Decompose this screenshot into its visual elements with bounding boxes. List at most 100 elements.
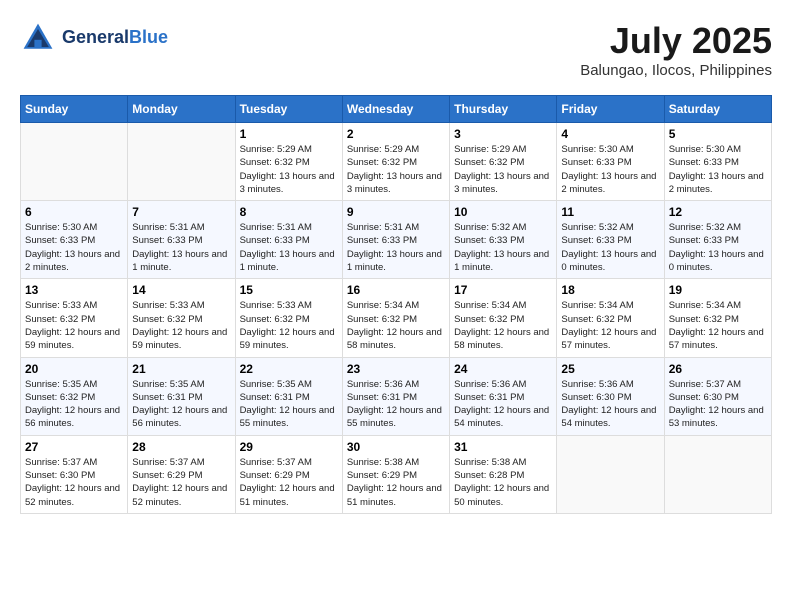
- header: GeneralBlue July 2025 Balungao, Ilocos, …: [20, 20, 772, 79]
- weekday-header-tuesday: Tuesday: [235, 96, 342, 123]
- calendar-cell: 3Sunrise: 5:29 AMSunset: 6:32 PMDaylight…: [450, 123, 557, 201]
- calendar-title: July 2025: [580, 20, 772, 62]
- day-number: 4: [561, 127, 659, 141]
- day-number: 20: [25, 362, 123, 376]
- day-number: 15: [240, 283, 338, 297]
- day-info: Sunrise: 5:30 AMSunset: 6:33 PMDaylight:…: [561, 143, 659, 196]
- calendar-cell: 6 Sunrise: 5:30 AMSunset: 6:33 PMDaylight…: [21, 201, 128, 279]
- day-info: Sunrise: 5:32 AMSunset: 6:33 PMDaylight:…: [454, 221, 552, 274]
- day-number: 26: [669, 362, 767, 376]
- calendar-cell: 2Sunrise: 5:29 AMSunset: 6:32 PMDaylight…: [342, 123, 449, 201]
- weekday-row: SundayMondayTuesdayWednesdayThursdayFrid…: [21, 96, 772, 123]
- calendar-cell: 15 Sunrise: 5:33 AMSunset: 6:32 PMDayligh…: [235, 279, 342, 357]
- calendar-cell: 29Sunrise: 5:37 AMSunset: 6:29 PMDayligh…: [235, 435, 342, 513]
- day-info: Sunrise: 5:34 AMSunset: 6:32 PMDaylight:…: [347, 299, 445, 352]
- day-info: Sunrise: 5:32 AMSunset: 6:33 PMDaylight:…: [561, 221, 659, 274]
- day-number: 17: [454, 283, 552, 297]
- day-info: Sunrise: 5:35 AMSunset: 6:31 PMDaylight:…: [132, 378, 230, 431]
- day-info: Sunrise: 5:34 AMSunset: 6:32 PMDaylight:…: [669, 299, 767, 352]
- calendar-header: SundayMondayTuesdayWednesdayThursdayFrid…: [21, 96, 772, 123]
- calendar-cell: 10 Sunrise: 5:32 AMSunset: 6:33 PMDayligh…: [450, 201, 557, 279]
- day-number: 11: [561, 205, 659, 219]
- day-info: Sunrise: 5:35 AMSunset: 6:31 PMDaylight:…: [240, 378, 338, 431]
- calendar-cell: 17 Sunrise: 5:34 AMSunset: 6:32 PMDayligh…: [450, 279, 557, 357]
- calendar-cell: 9 Sunrise: 5:31 AMSunset: 6:33 PMDaylight…: [342, 201, 449, 279]
- calendar-cell: 12Sunrise: 5:32 AMSunset: 6:33 PMDayligh…: [664, 201, 771, 279]
- logo-icon: [20, 20, 56, 56]
- day-info: Sunrise: 5:29 AMSunset: 6:32 PMDaylight:…: [240, 143, 338, 196]
- day-info: Sunrise: 5:36 AMSunset: 6:31 PMDaylight:…: [347, 378, 445, 431]
- day-number: 7: [132, 205, 230, 219]
- calendar-cell: [21, 123, 128, 201]
- calendar-week-row: 20 Sunrise: 5:35 AMSunset: 6:32 PMDayligh…: [21, 357, 772, 435]
- day-number: 12: [669, 205, 767, 219]
- calendar-week-row: 27Sunrise: 5:37 AMSunset: 6:30 PMDayligh…: [21, 435, 772, 513]
- day-info: Sunrise: 5:37 AMSunset: 6:29 PMDaylight:…: [132, 456, 230, 509]
- calendar-cell: 14Sunrise: 5:33 AMSunset: 6:32 PMDayligh…: [128, 279, 235, 357]
- calendar-cell: 7 Sunrise: 5:31 AMSunset: 6:33 PMDaylight…: [128, 201, 235, 279]
- calendar-cell: 20 Sunrise: 5:35 AMSunset: 6:32 PMDayligh…: [21, 357, 128, 435]
- calendar-table: SundayMondayTuesdayWednesdayThursdayFrid…: [20, 95, 772, 514]
- day-info: Sunrise: 5:31 AMSunset: 6:33 PMDaylight:…: [132, 221, 230, 274]
- day-number: 8: [240, 205, 338, 219]
- day-info: Sunrise: 5:34 AMSunset: 6:32 PMDaylight:…: [454, 299, 552, 352]
- calendar-cell: 8Sunrise: 5:31 AMSunset: 6:33 PMDaylight…: [235, 201, 342, 279]
- calendar-week-row: 13Sunrise: 5:33 AMSunset: 6:32 PMDayligh…: [21, 279, 772, 357]
- day-number: 9: [347, 205, 445, 219]
- logo: GeneralBlue: [20, 20, 168, 56]
- calendar-cell: 18Sunrise: 5:34 AMSunset: 6:32 PMDayligh…: [557, 279, 664, 357]
- day-info: Sunrise: 5:30 AMSunset: 6:33 PMDaylight:…: [669, 143, 767, 196]
- day-number: 24: [454, 362, 552, 376]
- day-info: Sunrise: 5:38 AMSunset: 6:28 PMDaylight:…: [454, 456, 552, 509]
- day-info: Sunrise: 5:38 AMSunset: 6:29 PMDaylight:…: [347, 456, 445, 509]
- title-area: July 2025 Balungao, Ilocos, Philippines: [580, 20, 772, 79]
- calendar-cell: 24 Sunrise: 5:36 AMSunset: 6:31 PMDayligh…: [450, 357, 557, 435]
- calendar-cell: 5 Sunrise: 5:30 AMSunset: 6:33 PMDaylight…: [664, 123, 771, 201]
- calendar-cell: 30 Sunrise: 5:38 AMSunset: 6:29 PMDayligh…: [342, 435, 449, 513]
- calendar-cell: 23 Sunrise: 5:36 AMSunset: 6:31 PMDayligh…: [342, 357, 449, 435]
- calendar-cell: 27Sunrise: 5:37 AMSunset: 6:30 PMDayligh…: [21, 435, 128, 513]
- calendar-cell: 16 Sunrise: 5:34 AMSunset: 6:32 PMDayligh…: [342, 279, 449, 357]
- calendar-cell: 13Sunrise: 5:33 AMSunset: 6:32 PMDayligh…: [21, 279, 128, 357]
- calendar-cell: 31 Sunrise: 5:38 AMSunset: 6:28 PMDayligh…: [450, 435, 557, 513]
- day-number: 10: [454, 205, 552, 219]
- day-info: Sunrise: 5:33 AMSunset: 6:32 PMDaylight:…: [25, 299, 123, 352]
- day-number: 30: [347, 440, 445, 454]
- weekday-header-friday: Friday: [557, 96, 664, 123]
- day-info: Sunrise: 5:36 AMSunset: 6:31 PMDaylight:…: [454, 378, 552, 431]
- day-info: Sunrise: 5:36 AMSunset: 6:30 PMDaylight:…: [561, 378, 659, 431]
- day-info: Sunrise: 5:29 AMSunset: 6:32 PMDaylight:…: [454, 143, 552, 196]
- day-number: 5: [669, 127, 767, 141]
- weekday-header-sunday: Sunday: [21, 96, 128, 123]
- calendar-subtitle: Balungao, Ilocos, Philippines: [580, 62, 772, 79]
- day-number: 6: [25, 205, 123, 219]
- calendar-cell: [664, 435, 771, 513]
- calendar-cell: 22 Sunrise: 5:35 AMSunset: 6:31 PMDayligh…: [235, 357, 342, 435]
- calendar-cell: 11 Sunrise: 5:32 AMSunset: 6:33 PMDayligh…: [557, 201, 664, 279]
- day-number: 23: [347, 362, 445, 376]
- day-info: Sunrise: 5:30 AMSunset: 6:33 PMDaylight:…: [25, 221, 123, 274]
- day-number: 19: [669, 283, 767, 297]
- calendar-cell: [128, 123, 235, 201]
- day-info: Sunrise: 5:35 AMSunset: 6:32 PMDaylight:…: [25, 378, 123, 431]
- day-info: Sunrise: 5:37 AMSunset: 6:29 PMDaylight:…: [240, 456, 338, 509]
- calendar-cell: 26 Sunrise: 5:37 AMSunset: 6:30 PMDayligh…: [664, 357, 771, 435]
- weekday-header-thursday: Thursday: [450, 96, 557, 123]
- day-number: 22: [240, 362, 338, 376]
- day-number: 16: [347, 283, 445, 297]
- weekday-header-wednesday: Wednesday: [342, 96, 449, 123]
- calendar-cell: 25 Sunrise: 5:36 AMSunset: 6:30 PMDayligh…: [557, 357, 664, 435]
- day-number: 2: [347, 127, 445, 141]
- calendar-week-row: 6 Sunrise: 5:30 AMSunset: 6:33 PMDaylight…: [21, 201, 772, 279]
- day-number: 31: [454, 440, 552, 454]
- calendar-cell: 21 Sunrise: 5:35 AMSunset: 6:31 PMDayligh…: [128, 357, 235, 435]
- day-number: 14: [132, 283, 230, 297]
- day-number: 18: [561, 283, 659, 297]
- day-info: Sunrise: 5:31 AMSunset: 6:33 PMDaylight:…: [347, 221, 445, 274]
- weekday-header-saturday: Saturday: [664, 96, 771, 123]
- day-info: Sunrise: 5:37 AMSunset: 6:30 PMDaylight:…: [669, 378, 767, 431]
- calendar-cell: 19 Sunrise: 5:34 AMSunset: 6:32 PMDayligh…: [664, 279, 771, 357]
- day-number: 21: [132, 362, 230, 376]
- day-number: 25: [561, 362, 659, 376]
- day-info: Sunrise: 5:33 AMSunset: 6:32 PMDaylight:…: [240, 299, 338, 352]
